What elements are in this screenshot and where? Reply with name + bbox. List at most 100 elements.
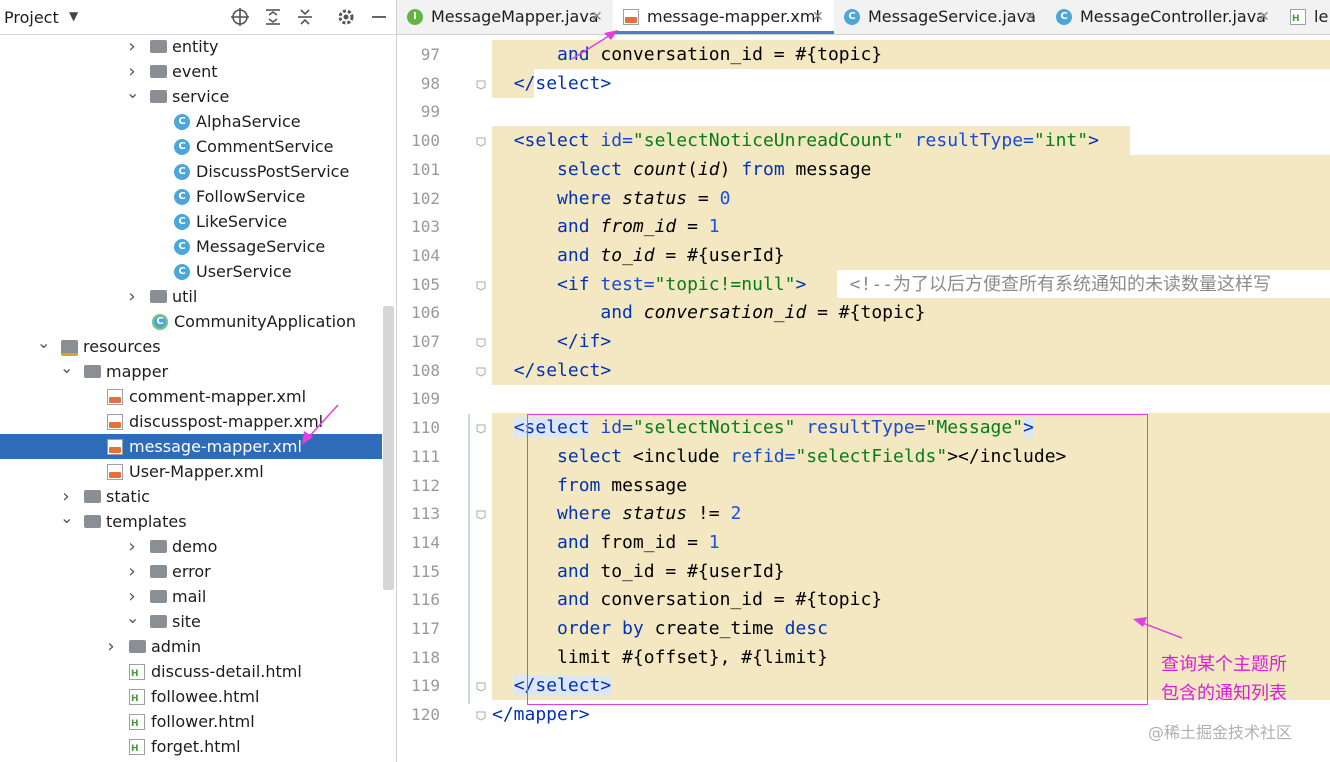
- tree-item[interactable]: › event: [0, 59, 382, 84]
- tree-item[interactable]: › error: [0, 559, 382, 584]
- chevron-right-icon[interactable]: ›: [105, 634, 117, 659]
- close-icon[interactable]: ✕: [591, 0, 603, 34]
- tree-item[interactable]: C AlphaService: [0, 109, 382, 134]
- project-panel-title[interactable]: Project: [4, 8, 59, 27]
- tree-item[interactable]: ⌄ service: [0, 83, 382, 109]
- tree-item[interactable]: C CommentService: [0, 134, 382, 159]
- tree-item[interactable]: › mail: [0, 584, 382, 609]
- chevron-down-icon[interactable]: ▼: [69, 9, 78, 23]
- code-text: <select id="selectNoticeUnreadCount" res…: [513, 130, 1099, 152]
- tree-item[interactable]: › admin: [0, 634, 382, 659]
- editor-tab[interactable]: I MessageMapper.java ✕: [397, 0, 613, 34]
- tree-item[interactable]: ⌄ site: [0, 608, 382, 634]
- chevron-right-icon[interactable]: ›: [126, 559, 138, 584]
- tree-item[interactable]: ⌄ resources: [0, 333, 382, 359]
- code-line: 107 </if>: [397, 327, 1330, 356]
- tree-item-label: FollowService: [196, 187, 306, 206]
- tree-item[interactable]: ⌄ mapper: [0, 358, 382, 384]
- editor-tab[interactable]: C MessageService.java ✕: [834, 0, 1046, 34]
- line-number: 114: [411, 532, 440, 552]
- fold-marker-icon[interactable]: [475, 422, 487, 434]
- line-number: 110: [411, 418, 440, 438]
- tree-item[interactable]: C CommunityApplication: [0, 309, 382, 334]
- chevron-right-icon[interactable]: ›: [126, 534, 138, 559]
- class-icon: C: [174, 264, 192, 280]
- fold-marker-icon[interactable]: [475, 279, 487, 291]
- close-icon[interactable]: ✕: [812, 0, 824, 34]
- folder-icon: [150, 564, 168, 580]
- code-text: and from_id = 1: [557, 216, 720, 238]
- sidebar-scrollbar[interactable]: [383, 306, 394, 590]
- tree-item[interactable]: C DiscussPostService: [0, 159, 382, 184]
- fold-marker-icon[interactable]: [475, 336, 487, 348]
- project-panel: Project ▼ › entity › event ⌄ service C AlphaSer…: [0, 0, 397, 762]
- code-text: <if test="topic!=null"> <!--为了以后方便查所有系统通…: [557, 273, 1272, 295]
- tree-item[interactable]: C UserService: [0, 259, 382, 284]
- tree-item[interactable]: follower.html: [0, 709, 382, 734]
- tree-item-label: discusspost-mapper.xml: [129, 412, 324, 431]
- chevron-down-icon[interactable]: ⌄: [126, 605, 139, 630]
- fold-marker-icon[interactable]: [475, 365, 487, 377]
- chevron-down-icon[interactable]: ⌄: [60, 355, 73, 380]
- line-number: 104: [411, 245, 440, 265]
- code-line: 103 and from_id = 1: [397, 212, 1330, 242]
- line-number: 102: [411, 188, 440, 208]
- line-number: 109: [411, 389, 440, 409]
- tree-item[interactable]: ⌄ templates: [0, 508, 382, 534]
- tree-item[interactable]: C LikeService: [0, 209, 382, 234]
- tree-item[interactable]: User-Mapper.xml: [0, 459, 382, 484]
- html-file-icon: [129, 714, 147, 730]
- fold-marker-icon[interactable]: [475, 508, 487, 520]
- tree-item-label: follower.html: [151, 712, 255, 731]
- chevron-right-icon[interactable]: ›: [126, 34, 138, 59]
- tree-item[interactable]: C FollowService: [0, 184, 382, 209]
- tree-item[interactable]: › demo: [0, 534, 382, 559]
- line-number: 113: [411, 504, 440, 524]
- html-file-icon: [129, 664, 147, 680]
- editor-tab[interactable]: le: [1280, 0, 1330, 34]
- minimize-icon[interactable]: [368, 6, 390, 28]
- close-icon[interactable]: ✕: [1024, 0, 1036, 34]
- chevron-down-icon[interactable]: ⌄: [60, 505, 73, 530]
- tree-item-label: forget.html: [151, 737, 241, 756]
- class-icon: C: [174, 139, 192, 155]
- tree-item-label: UserService: [196, 262, 292, 281]
- code-text: and to_id = #{userId}: [557, 244, 785, 266]
- tab-label: message-mapper.xml: [647, 7, 820, 26]
- tree-item[interactable]: followee.html: [0, 684, 382, 709]
- line-number: 105: [411, 274, 440, 294]
- tree-item-label: comment-mapper.xml: [129, 387, 307, 406]
- fold-marker-icon[interactable]: [475, 680, 487, 692]
- code-text: and conversation_id = #{topic}: [600, 302, 926, 324]
- tree-item[interactable]: › entity: [0, 34, 382, 59]
- tree-item[interactable]: forget.html: [0, 734, 382, 759]
- tree-item-label: mapper: [106, 362, 169, 381]
- chevron-down-icon[interactable]: ⌄: [37, 330, 50, 355]
- chevron-down-icon[interactable]: ⌄: [126, 80, 139, 105]
- class-icon: C: [174, 114, 192, 130]
- fold-marker-icon[interactable]: [475, 78, 487, 90]
- tree-item[interactable]: › util: [0, 284, 382, 309]
- tree-item[interactable]: C MessageService: [0, 234, 382, 259]
- fold-marker-icon[interactable]: [475, 135, 487, 147]
- chevron-right-icon[interactable]: ›: [126, 284, 138, 309]
- code-line: 99: [397, 97, 1330, 126]
- tree-item[interactable]: › static: [0, 484, 382, 509]
- tree-item[interactable]: message-mapper.xml: [0, 434, 382, 459]
- html-file-icon: [129, 689, 147, 705]
- editor-tab[interactable]: message-mapper.xml ✕: [613, 0, 834, 34]
- collapse-all-icon[interactable]: [294, 6, 316, 28]
- code-line: 102 where status = 0: [397, 183, 1330, 213]
- editor-tab[interactable]: C MessageController.java ✕: [1046, 0, 1280, 34]
- line-number: 116: [411, 590, 440, 610]
- locate-icon[interactable]: [229, 6, 251, 28]
- tree-item[interactable]: discusspost-mapper.xml: [0, 409, 382, 434]
- line-highlight: [492, 355, 1330, 385]
- tree-item[interactable]: discuss-detail.html: [0, 659, 382, 684]
- expand-all-icon[interactable]: [262, 6, 284, 28]
- close-icon[interactable]: ✕: [1258, 0, 1270, 34]
- line-number: 112: [411, 475, 440, 495]
- fold-marker-icon[interactable]: [475, 709, 487, 721]
- tree-item[interactable]: comment-mapper.xml: [0, 384, 382, 409]
- gear-icon[interactable]: [335, 6, 357, 28]
